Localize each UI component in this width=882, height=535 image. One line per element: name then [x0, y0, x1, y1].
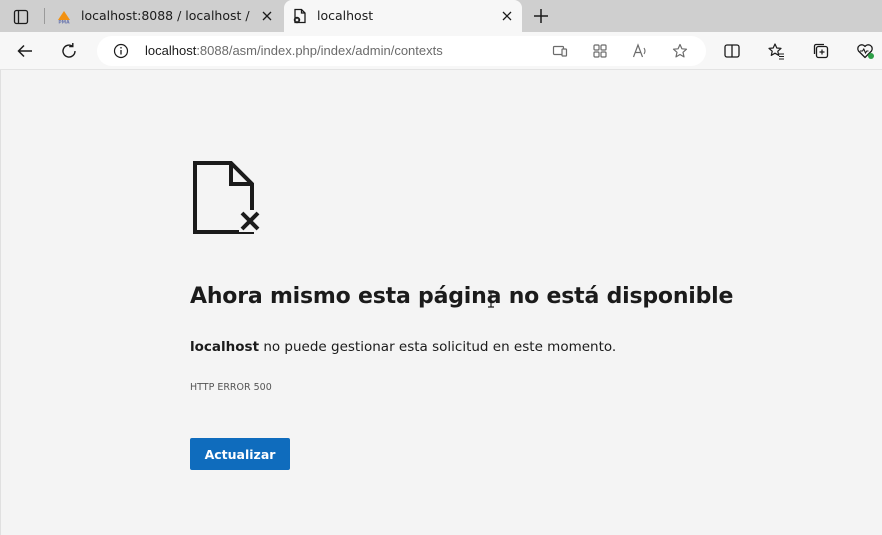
tab-title: localhost — [317, 8, 374, 23]
back-button[interactable] — [15, 41, 35, 61]
new-tab-icon[interactable] — [530, 6, 552, 26]
tab-localhost[interactable]: localhost — [284, 0, 522, 32]
collections-button[interactable] — [811, 41, 831, 61]
tab-phpmyadmin[interactable]: PMA localhost:8088 / localhost / ojs | p — [48, 0, 282, 32]
split-screen-icon — [724, 44, 740, 58]
error-host: localhost — [190, 339, 260, 355]
split-screen-button[interactable] — [722, 41, 742, 61]
favorites-icon — [768, 43, 784, 60]
favorites-button[interactable] — [766, 41, 786, 61]
back-arrow-icon — [17, 44, 32, 58]
svg-text:PMA: PMA — [58, 20, 70, 25]
reload-button[interactable]: Actualizar — [190, 438, 290, 470]
page-title: Ahora mismo esta página no está disponib… — [190, 284, 734, 309]
info-icon[interactable] — [113, 43, 129, 59]
heart-pulse-icon — [857, 44, 874, 59]
read-aloud-icon[interactable] — [632, 43, 648, 59]
browser-toolbar: localhost:8088/asm/index.php/index/admin… — [0, 32, 882, 70]
error-code: HTTP ERROR 500 — [190, 382, 272, 393]
page-error-icon — [293, 8, 306, 24]
tab-title: localhost:8088 / localhost / ojs | p — [81, 8, 253, 23]
browser-essentials-button[interactable] — [855, 41, 875, 61]
url-path: :8088/asm/index.php/index/admin/contexts — [196, 43, 443, 58]
error-message-text: no puede gestionar esta solicitud en est… — [259, 339, 617, 355]
tab-strip: PMA localhost:8088 / localhost / ojs | p… — [0, 0, 882, 32]
tab-actions-button[interactable] — [8, 6, 34, 28]
tab-actions-icon — [13, 9, 29, 25]
url-text[interactable]: localhost:8088/asm/index.php/index/admin… — [145, 43, 443, 59]
error-message: localhost no puede gestionar esta solici… — [190, 339, 616, 355]
phpmyadmin-icon: PMA — [58, 11, 70, 25]
app-available-icon[interactable] — [552, 43, 568, 59]
apps-grid-icon[interactable] — [592, 43, 608, 59]
error-page: Ahora mismo esta página no está disponib… — [0, 70, 882, 535]
close-icon[interactable] — [260, 9, 274, 23]
url-host: localhost — [145, 43, 197, 58]
page-broken-icon — [193, 161, 261, 234]
address-bar[interactable]: localhost:8088/asm/index.php/index/admin… — [97, 36, 706, 66]
close-icon[interactable] — [500, 9, 514, 23]
favorite-star-icon[interactable] — [672, 43, 688, 59]
tab-separator — [44, 8, 45, 24]
refresh-button[interactable] — [59, 41, 79, 61]
refresh-icon — [62, 43, 76, 58]
collections-icon — [813, 43, 829, 59]
text-cursor-icon — [488, 290, 494, 308]
